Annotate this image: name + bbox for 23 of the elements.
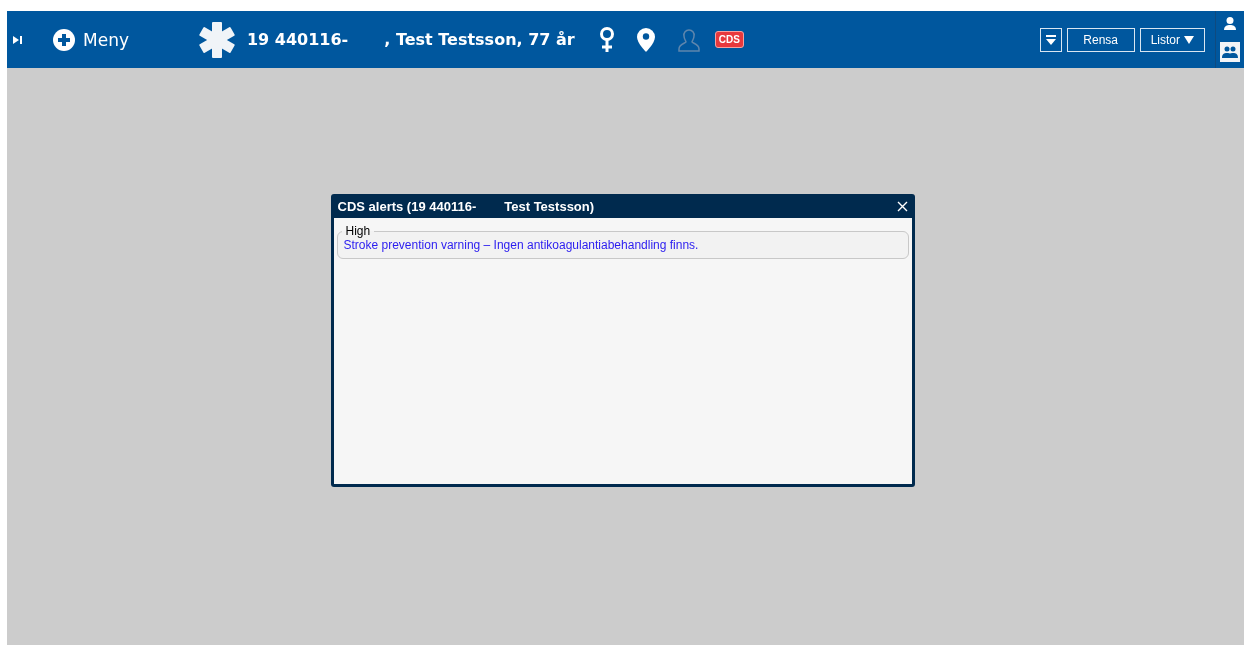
collapse-icon[interactable] [13, 34, 23, 45]
star-of-life-icon [196, 19, 237, 60]
users-icon [1222, 46, 1238, 58]
plus-icon[interactable] [53, 28, 75, 51]
person-icon [676, 27, 701, 52]
female-icon [598, 26, 615, 53]
location-pin-icon [636, 27, 655, 52]
lists-dropdown[interactable]: Listor [1139, 27, 1205, 52]
patient-name: , Test Testsson, 77 år [384, 30, 575, 49]
users-button[interactable] [1220, 42, 1240, 62]
caret-icon [1184, 35, 1194, 44]
menu-label[interactable]: Meny [83, 29, 129, 50]
filter-icon [1045, 33, 1056, 46]
user-icon[interactable] [1224, 17, 1236, 30]
patient-id: 19 440116- [246, 30, 349, 49]
clear-button[interactable]: Rensa [1066, 27, 1135, 52]
dialog-title-name: Test Testsson) [504, 198, 595, 214]
filter-button[interactable] [1039, 27, 1062, 52]
group-label: High [344, 224, 372, 238]
close-icon[interactable] [896, 200, 908, 212]
cds-badge[interactable]: CDS [714, 31, 744, 48]
dialog-title: CDS alerts (19 440116- [337, 198, 477, 214]
alert-message[interactable]: Stroke prevention varning – Ingen antikoagulantiabehandling finns. [343, 238, 902, 252]
